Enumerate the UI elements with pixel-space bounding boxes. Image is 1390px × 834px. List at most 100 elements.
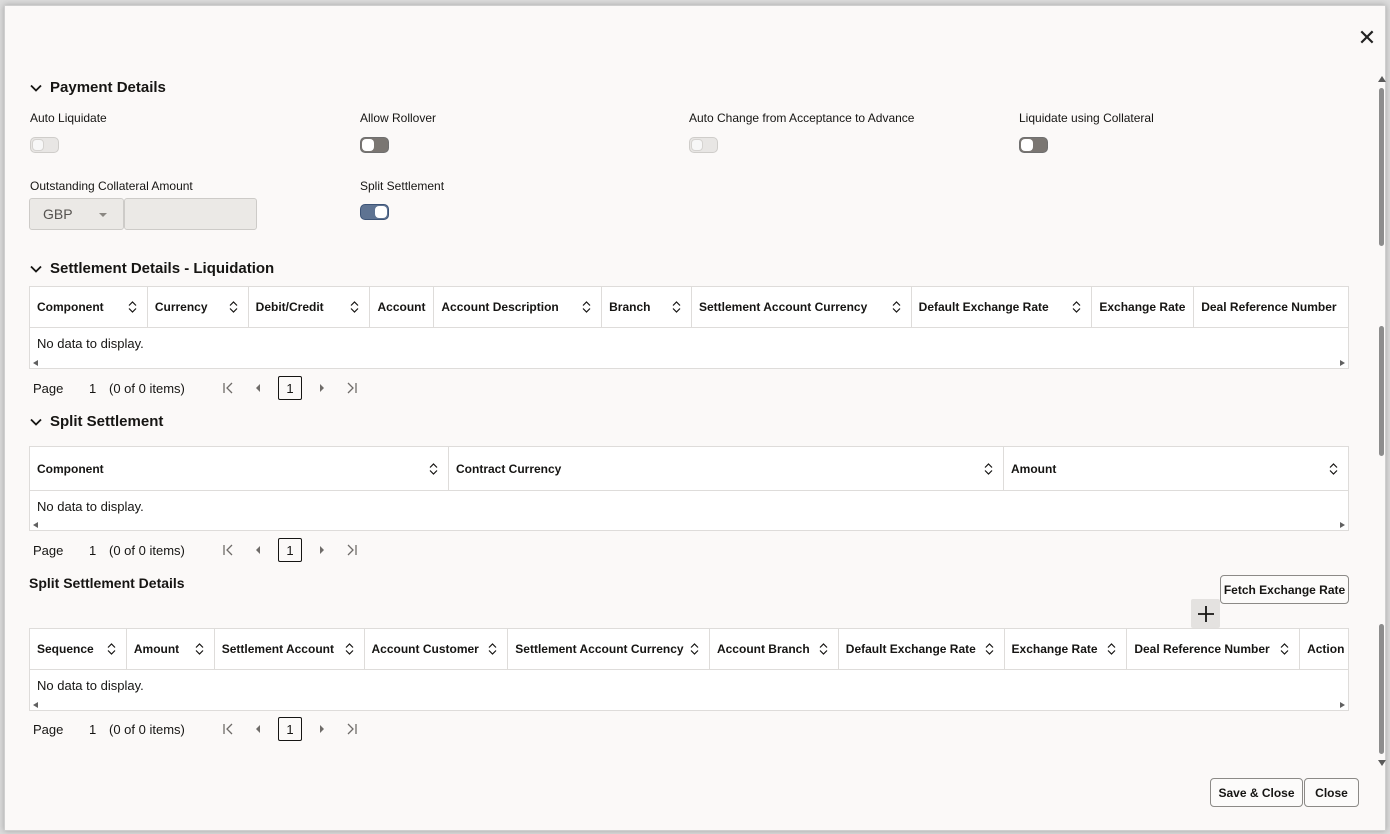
col-action[interactable]: Action: [1300, 629, 1348, 669]
horizontal-scrollbar[interactable]: [30, 701, 1348, 710]
next-page-icon[interactable]: [307, 724, 337, 734]
auto-change-toggle[interactable]: [689, 137, 718, 153]
auto-liquidate-label: Auto Liquidate: [30, 111, 107, 125]
outstanding-collateral-label: Outstanding Collateral Amount: [30, 179, 193, 193]
scrollbar-thumb[interactable]: [1379, 88, 1384, 246]
scroll-right-icon[interactable]: [1340, 522, 1345, 528]
sort-icon: [488, 643, 497, 655]
close-button[interactable]: Close: [1304, 778, 1359, 807]
col-component[interactable]: Component: [30, 447, 449, 490]
page-number: 1: [89, 542, 97, 558]
horizontal-scrollbar[interactable]: [30, 521, 1348, 530]
chevron-down-icon: [30, 84, 42, 92]
vertical-scrollbar[interactable]: [1378, 76, 1386, 766]
last-page-icon[interactable]: [337, 544, 367, 556]
table-header: Component Currency Debit/Credit Account …: [30, 287, 1348, 328]
page-number: 1: [89, 380, 97, 396]
prev-page-icon[interactable]: [243, 545, 273, 555]
col-currency[interactable]: Currency: [148, 287, 249, 327]
no-data-message: No data to display.: [37, 336, 144, 351]
sort-icon: [690, 643, 699, 655]
col-settlement-account-currency[interactable]: Settlement Account Currency: [508, 629, 710, 669]
sort-icon: [429, 463, 438, 475]
first-page-icon[interactable]: [213, 382, 243, 394]
payment-details-header[interactable]: Payment Details: [30, 79, 166, 96]
col-default-exchange-rate[interactable]: Default Exchange Rate: [839, 629, 1005, 669]
split-settlement-toggle[interactable]: [360, 204, 389, 220]
save-close-button[interactable]: Save & Close: [1210, 778, 1303, 807]
col-exchange-rate[interactable]: Exchange Rate: [1005, 629, 1128, 669]
fetch-exchange-rate-button[interactable]: Fetch Exchange Rate: [1220, 575, 1349, 604]
col-exchange-rate[interactable]: Exchange Rate: [1092, 287, 1195, 327]
col-contract-currency[interactable]: Contract Currency: [449, 447, 1004, 490]
pagination: Page 1 (0 of 0 items) 1: [33, 376, 367, 400]
scroll-up-icon[interactable]: [1378, 76, 1386, 82]
current-page[interactable]: 1: [278, 376, 302, 400]
col-settlement-account[interactable]: Settlement Account: [215, 629, 365, 669]
scroll-down-icon[interactable]: [1378, 760, 1386, 766]
first-page-icon[interactable]: [213, 544, 243, 556]
scroll-left-icon[interactable]: [33, 360, 38, 366]
sort-icon: [345, 643, 353, 655]
scroll-left-icon[interactable]: [33, 702, 38, 708]
col-account-description[interactable]: Account Description: [434, 287, 603, 327]
col-settlement-account-currency[interactable]: Settlement Account Currency: [692, 287, 912, 327]
scrollbar-thumb[interactable]: [1379, 326, 1384, 456]
pagination: Page 1 (0 of 0 items) 1: [33, 538, 367, 562]
split-settlement-table: Component Contract Currency Amount No da…: [29, 446, 1349, 531]
liquidate-collateral-toggle[interactable]: [1019, 137, 1048, 153]
scroll-right-icon[interactable]: [1340, 702, 1345, 708]
sort-icon: [984, 463, 993, 475]
table-header: Sequence Amount Settlement Account Accou…: [30, 629, 1348, 670]
section-title: Split Settlement: [50, 413, 164, 430]
col-debit-credit[interactable]: Debit/Credit: [249, 287, 371, 327]
col-amount[interactable]: Amount: [1004, 447, 1348, 490]
sort-icon: [819, 643, 828, 655]
sort-icon: [1280, 643, 1289, 655]
no-data-message: No data to display.: [37, 678, 144, 693]
currency-select[interactable]: GBP: [29, 198, 124, 230]
liquidate-collateral-label: Liquidate using Collateral: [1019, 111, 1154, 125]
current-page[interactable]: 1: [278, 538, 302, 562]
sort-icon: [229, 301, 238, 313]
first-page-icon[interactable]: [213, 723, 243, 735]
next-page-icon[interactable]: [307, 383, 337, 393]
last-page-icon[interactable]: [337, 723, 367, 735]
sort-icon: [107, 643, 116, 655]
col-deal-reference-number[interactable]: Deal Reference Number: [1194, 287, 1348, 327]
col-branch[interactable]: Branch: [602, 287, 692, 327]
sort-icon: [195, 643, 204, 655]
horizontal-scrollbar[interactable]: [30, 359, 1348, 368]
close-icon[interactable]: ✕: [1357, 27, 1377, 49]
collateral-amount-input[interactable]: [124, 198, 257, 230]
split-settlement-label: Split Settlement: [360, 179, 445, 193]
col-account-customer[interactable]: Account Customer: [365, 629, 509, 669]
prev-page-icon[interactable]: [243, 383, 273, 393]
page-items: (0 of 0 items): [109, 721, 185, 737]
scroll-right-icon[interactable]: [1340, 360, 1345, 366]
allow-rollover-toggle[interactable]: [360, 137, 389, 153]
add-row-button[interactable]: [1191, 599, 1220, 628]
col-account-branch[interactable]: Account Branch: [710, 629, 839, 669]
no-data-message: No data to display.: [37, 499, 144, 514]
last-page-icon[interactable]: [337, 382, 367, 394]
prev-page-icon[interactable]: [243, 724, 273, 734]
sort-icon: [672, 301, 681, 313]
allow-rollover-label: Allow Rollover: [360, 111, 437, 125]
col-deal-reference-number[interactable]: Deal Reference Number: [1127, 629, 1301, 669]
sort-icon: [351, 301, 359, 313]
chevron-down-icon: [30, 418, 42, 426]
next-page-icon[interactable]: [307, 545, 337, 555]
settlement-liquidation-header[interactable]: Settlement Details - Liquidation: [30, 260, 274, 277]
current-page[interactable]: 1: [278, 717, 302, 741]
sort-icon: [1107, 643, 1116, 655]
col-amount[interactable]: Amount: [127, 629, 215, 669]
scrollbar-thumb[interactable]: [1379, 624, 1384, 754]
auto-liquidate-toggle[interactable]: [30, 137, 59, 153]
col-default-exchange-rate[interactable]: Default Exchange Rate: [912, 287, 1093, 327]
col-component[interactable]: Component: [30, 287, 148, 327]
scroll-left-icon[interactable]: [33, 522, 38, 528]
col-account[interactable]: Account: [370, 287, 435, 327]
col-sequence[interactable]: Sequence: [30, 629, 127, 669]
split-settlement-header[interactable]: Split Settlement: [30, 413, 163, 430]
